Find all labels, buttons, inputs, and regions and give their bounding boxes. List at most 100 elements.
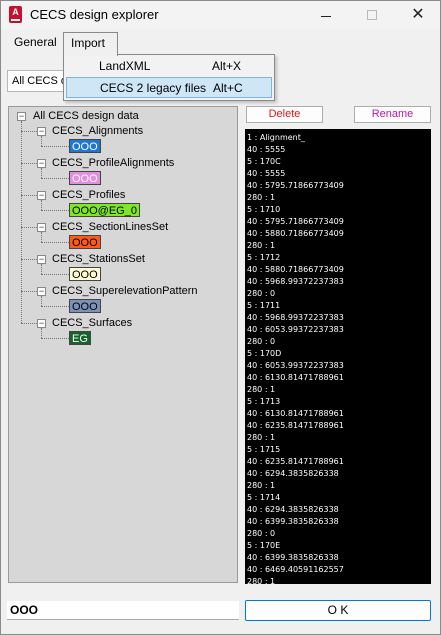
- collapse-icon[interactable]: −: [37, 287, 46, 296]
- output-line: 280 : 0: [247, 529, 276, 538]
- collapse-icon[interactable]: −: [37, 191, 46, 200]
- tree-leaf-surface[interactable]: EG: [69, 331, 91, 345]
- tree-connector: [41, 232, 42, 242]
- tree-node-alignments[interactable]: CECS_Alignments: [52, 125, 143, 137]
- output-line: 40 : 5880.71866773409: [247, 229, 344, 238]
- maximize-button: [349, 1, 395, 29]
- output-line: 280 : 1: [247, 241, 276, 250]
- tree-connector: [41, 242, 69, 243]
- output-line: 280 : 1: [247, 385, 276, 394]
- output-line: 280 : 1: [247, 481, 276, 490]
- output-line: 5 : 1712: [247, 253, 281, 262]
- tree-connector: [41, 146, 69, 147]
- output-line: 280 : 0: [247, 337, 276, 346]
- output-line: 40 : 6235.81471788961: [247, 421, 344, 430]
- output-line: 40 : 5555: [247, 169, 286, 178]
- output-line: 5 : 170D: [247, 349, 282, 358]
- tree-connector: [21, 163, 37, 164]
- output-line: 280 : 0: [247, 289, 276, 298]
- data-output-textbox[interactable]: 1 : Alignment_ 40 : 5555 5 : 170C 40 : 5555…: [245, 129, 431, 584]
- tree-connector: [41, 178, 69, 179]
- cecs-design-explorer-window: A CECS design explorer ✕ General Import …: [0, 0, 441, 635]
- ok-button[interactable]: O K: [245, 600, 431, 621]
- tree-node-stations-set[interactable]: CECS_StationsSet: [52, 253, 145, 265]
- tree-connector: [41, 200, 42, 210]
- collapse-icon[interactable]: −: [37, 159, 46, 168]
- output-line: 280 : 1: [247, 577, 276, 584]
- rename-button[interactable]: Rename: [354, 106, 431, 123]
- tree-node-section-lines-set[interactable]: CECS_SectionLinesSet: [52, 221, 168, 233]
- tree-connector: [41, 306, 69, 307]
- output-line: 40 : 6053.99372237383: [247, 325, 344, 334]
- tree-connector: [21, 291, 37, 292]
- output-line: 40 : 6235.81471788961: [247, 457, 344, 466]
- tree-connector: [21, 121, 22, 323]
- tree-node-surfaces[interactable]: CECS_Surfaces: [52, 317, 132, 329]
- collapse-icon[interactable]: −: [37, 255, 46, 264]
- output-line: 40 : 6130.81471788961: [247, 409, 344, 418]
- tree-connector: [41, 296, 42, 306]
- tree-connector: [41, 168, 42, 178]
- menu-item-label: LandXML: [99, 59, 151, 73]
- output-line: 40 : 5795.71866773409: [247, 217, 344, 226]
- output-line: 5 : 1711: [247, 301, 281, 310]
- close-button[interactable]: ✕: [395, 1, 441, 29]
- tree-root-label[interactable]: All CECS design data: [33, 110, 139, 122]
- tree-node-profile-alignments[interactable]: CECS_ProfileAlignments: [52, 157, 174, 169]
- collapse-icon[interactable]: −: [17, 112, 26, 121]
- tree-leaf-profile[interactable]: OOO@EG_0: [69, 203, 140, 217]
- tree-node-superelevation-pattern[interactable]: CECS_SuperelevationPattern: [52, 285, 198, 297]
- tree-connector: [41, 328, 42, 338]
- output-line: 5 : 1714: [247, 493, 281, 502]
- design-data-tree: − All CECS design data − CECS_Alignments…: [8, 106, 238, 583]
- tree-node-profiles[interactable]: CECS_Profiles: [52, 189, 125, 201]
- selected-item-field[interactable]: OOO: [7, 601, 239, 620]
- output-line: 40 : 6399.3835826338: [247, 553, 339, 562]
- output-line: 280 : 1: [247, 433, 276, 442]
- autocad-app-icon: A: [9, 6, 22, 23]
- output-line: 40 : 6294.3835826338: [247, 505, 339, 514]
- output-line: 5 : 1710: [247, 205, 281, 214]
- tree-leaf-stations[interactable]: OOO: [69, 267, 101, 281]
- tree-connector: [41, 264, 42, 274]
- tree-leaf-superelevation[interactable]: OOO: [69, 299, 101, 313]
- output-line: 40 : 6399.3835826338: [247, 517, 339, 526]
- tree-leaf-profile-alignment[interactable]: OOO: [69, 171, 101, 185]
- tree-connector: [41, 274, 69, 275]
- tab-general[interactable]: General: [7, 32, 64, 55]
- tree-connector: [41, 136, 42, 146]
- output-line: 40 : 6294.3835826338: [247, 469, 339, 478]
- tree-leaf-alignment[interactable]: OOO: [69, 139, 101, 153]
- output-line: 40 : 5555: [247, 145, 286, 154]
- output-line: 40 : 5968.99372237383: [247, 277, 344, 286]
- tree-connector: [21, 259, 37, 260]
- collapse-icon[interactable]: −: [37, 223, 46, 232]
- output-line: 40 : 5795.71866773409: [247, 181, 344, 190]
- tree-connector: [21, 323, 37, 324]
- output-line: 5 : 1715: [247, 445, 281, 454]
- output-line: 40 : 5880.71866773409: [247, 265, 344, 274]
- output-line: 40 : 5968.99372237383: [247, 313, 344, 322]
- tree-connector: [41, 210, 69, 211]
- output-line: 40 : 6469.40591162557: [247, 565, 344, 574]
- collapse-icon[interactable]: −: [37, 127, 46, 136]
- maximize-icon: [367, 10, 377, 21]
- data-filter-combo[interactable]: All CECS d: [7, 70, 71, 92]
- delete-button[interactable]: Delete: [246, 106, 323, 123]
- output-line: 1 : Alignment_: [247, 133, 305, 142]
- output-line: 5 : 170E: [247, 541, 281, 550]
- tree-connector: [21, 131, 37, 132]
- title-bar: A CECS design explorer ✕: [1, 1, 440, 29]
- output-line: 40 : 6053.99372237383: [247, 361, 344, 370]
- menu-item-cecs2-legacy[interactable]: CECS 2 legacy files Alt+C: [66, 77, 272, 98]
- tab-import[interactable]: Import: [63, 32, 118, 56]
- minimize-icon: [321, 15, 331, 17]
- menu-item-shortcut: Alt+X: [212, 59, 242, 73]
- tree-connector: [21, 227, 37, 228]
- menu-item-shortcut: Alt+C: [213, 81, 243, 95]
- menu-item-landxml[interactable]: LandXML Alt+X: [66, 56, 272, 77]
- minimize-button[interactable]: [303, 1, 349, 29]
- collapse-icon[interactable]: −: [37, 319, 46, 328]
- tree-connector: [21, 195, 37, 196]
- tree-leaf-section-lines[interactable]: OOO: [69, 235, 101, 249]
